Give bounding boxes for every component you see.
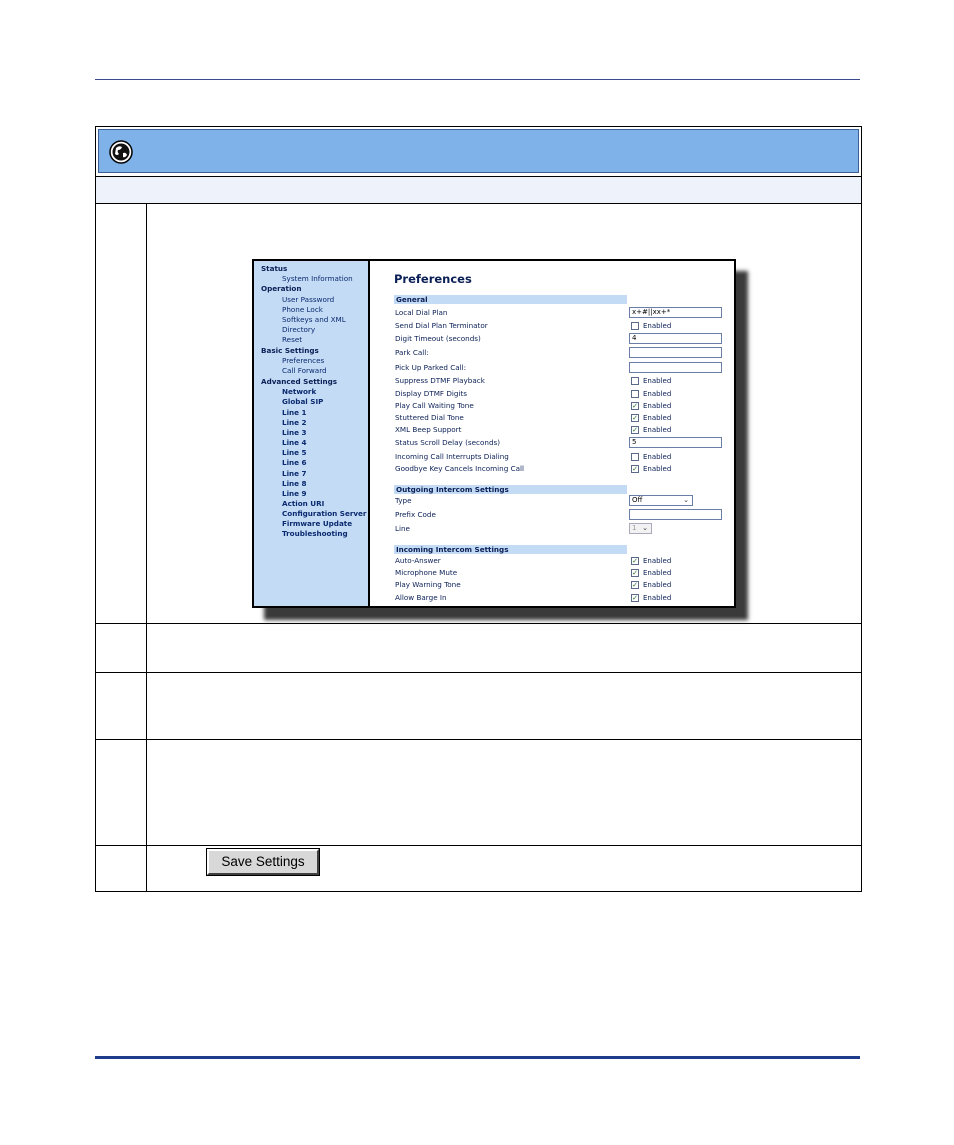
barge-in-label: Allow Barge In xyxy=(395,593,447,602)
sidebar-section: Basic Settings xyxy=(261,346,319,355)
sidebar-item[interactable]: Troubleshooting xyxy=(282,529,348,538)
procedure-header xyxy=(98,129,859,173)
incoming-interrupts-label: Incoming Call Interrupts Dialing xyxy=(395,452,509,461)
enabled-label: Enabled xyxy=(643,569,672,577)
step-row xyxy=(96,740,861,846)
enabled-label: Enabled xyxy=(643,453,672,461)
enabled-label: Enabled xyxy=(643,402,672,410)
send-terminator-checkbox[interactable] xyxy=(631,322,639,330)
sidebar-item[interactable]: Configuration Server xyxy=(282,509,366,518)
incoming-interrupts-checkbox[interactable] xyxy=(631,453,639,461)
enabled-label: Enabled xyxy=(643,581,672,589)
enabled-label: Enabled xyxy=(643,557,672,565)
status-scroll-label: Status Scroll Delay (seconds) xyxy=(395,438,501,447)
enabled-label: Enabled xyxy=(643,426,672,434)
status-scroll-input[interactable]: 5 xyxy=(629,437,722,448)
footer-rule xyxy=(95,1056,860,1059)
local-dial-plan-label: Local Dial Plan xyxy=(395,308,448,317)
enabled-label: Enabled xyxy=(643,390,672,398)
intercom-line-select[interactable]: 1 ⌄ xyxy=(629,523,652,534)
warning-tone-checkbox[interactable]: ✓ xyxy=(631,581,639,589)
sidebar-item[interactable]: Line 4 xyxy=(282,438,307,447)
sidebar-section: Status xyxy=(261,264,288,273)
display-dtmf-checkbox[interactable] xyxy=(631,390,639,398)
procedure-subheader xyxy=(96,176,861,204)
digit-timeout-label: Digit Timeout (seconds) xyxy=(395,334,481,343)
auto-answer-checkbox[interactable]: ✓ xyxy=(631,557,639,565)
sidebar-item[interactable]: Line 7 xyxy=(282,469,307,478)
sidebar-item[interactable]: Directory xyxy=(282,325,315,334)
section-general: General xyxy=(394,295,627,304)
enabled-label: Enabled xyxy=(643,594,672,602)
suppress-dtmf-label: Suppress DTMF Playback xyxy=(395,376,485,385)
pickup-parked-input[interactable] xyxy=(629,362,722,373)
sidebar-item[interactable]: User Password xyxy=(282,295,334,304)
globe-icon xyxy=(109,140,133,164)
digit-timeout-input[interactable]: 4 xyxy=(629,333,722,344)
sidebar-item[interactable]: Line 2 xyxy=(282,418,307,427)
barge-in-checkbox[interactable]: ✓ xyxy=(631,594,639,602)
sidebar-item[interactable]: System Information xyxy=(282,274,353,283)
webui-content: Preferences General Local Dial Plan x+#|… xyxy=(372,261,734,606)
sidebar-item[interactable]: Preferences xyxy=(282,356,324,365)
step-row xyxy=(96,624,861,673)
call-waiting-tone-label: Play Call Waiting Tone xyxy=(395,401,474,410)
microphone-mute-label: Microphone Mute xyxy=(395,568,458,577)
send-terminator-label: Send Dial Plan Terminator xyxy=(395,321,488,330)
prefix-code-input[interactable] xyxy=(629,509,722,520)
header-rule xyxy=(95,79,860,80)
sidebar-item[interactable]: Line 3 xyxy=(282,428,307,437)
section-incoming-intercom: Incoming Intercom Settings xyxy=(394,545,627,554)
sidebar-section: Operation xyxy=(261,284,302,293)
sidebar-item[interactable]: Phone Lock xyxy=(282,305,323,314)
sidebar-item[interactable]: Global SIP xyxy=(282,397,323,406)
sidebar-item[interactable]: Line 9 xyxy=(282,489,307,498)
sidebar-item[interactable]: Call Forward xyxy=(282,366,327,375)
sidebar-item[interactable]: Line 1 xyxy=(282,408,307,417)
preferences-screenshot: Status System Information Operation User Pa… xyxy=(252,259,736,608)
warning-tone-label: Play Warning Tone xyxy=(395,580,461,589)
call-waiting-tone-checkbox[interactable]: ✓ xyxy=(631,402,639,410)
stuttered-tone-checkbox[interactable]: ✓ xyxy=(631,414,639,422)
prefix-code-label: Prefix Code xyxy=(395,510,436,519)
sidebar-item[interactable]: Network xyxy=(282,387,316,396)
intercom-line-value: 1 xyxy=(632,524,637,532)
auto-answer-label: Auto-Answer xyxy=(395,556,441,565)
intercom-line-label: Line xyxy=(395,524,410,533)
chevron-down-icon: ⌄ xyxy=(683,496,689,504)
intercom-type-select[interactable]: Off ⌄ xyxy=(629,495,693,506)
xml-beep-checkbox[interactable]: ✓ xyxy=(631,426,639,434)
enabled-label: Enabled xyxy=(643,377,672,385)
goodbye-cancels-checkbox[interactable]: ✓ xyxy=(631,465,639,473)
sidebar-item[interactable]: Line 6 xyxy=(282,458,307,467)
step-row xyxy=(96,673,861,740)
enabled-label: Enabled xyxy=(643,465,672,473)
xml-beep-label: XML Beep Support xyxy=(395,425,462,434)
park-call-input[interactable] xyxy=(629,347,722,358)
local-dial-plan-input[interactable]: x+#||xx+* xyxy=(629,307,722,318)
sidebar-item[interactable]: Line 5 xyxy=(282,448,307,457)
webui-sidebar: Status System Information Operation User Pa… xyxy=(254,261,370,606)
microphone-mute-checkbox[interactable]: ✓ xyxy=(631,569,639,577)
sidebar-item[interactable]: Action URI xyxy=(282,499,324,508)
display-dtmf-label: Display DTMF Digits xyxy=(395,389,467,398)
park-call-label: Park Call: xyxy=(395,348,429,357)
sidebar-item[interactable]: Firmware Update xyxy=(282,519,352,528)
intercom-type-value: Off xyxy=(632,496,643,504)
sidebar-item[interactable]: Reset xyxy=(282,335,302,344)
sidebar-item[interactable]: Line 8 xyxy=(282,479,307,488)
stuttered-tone-label: Stuttered Dial Tone xyxy=(395,413,464,422)
enabled-label: Enabled xyxy=(643,414,672,422)
suppress-dtmf-checkbox[interactable] xyxy=(631,377,639,385)
chevron-down-icon: ⌄ xyxy=(642,524,648,532)
save-settings-button[interactable]: Save Settings xyxy=(207,849,319,875)
goodbye-cancels-label: Goodbye Key Cancels Incoming Call xyxy=(395,464,524,473)
intercom-type-label: Type xyxy=(395,496,412,505)
page-title: Preferences xyxy=(394,272,472,286)
sidebar-section: Advanced Settings xyxy=(261,377,338,386)
section-outgoing-intercom: Outgoing Intercom Settings xyxy=(394,485,627,494)
sidebar-item[interactable]: Softkeys and XML xyxy=(282,315,346,324)
enabled-label: Enabled xyxy=(643,322,672,330)
pickup-parked-label: Pick Up Parked Call: xyxy=(395,363,467,372)
